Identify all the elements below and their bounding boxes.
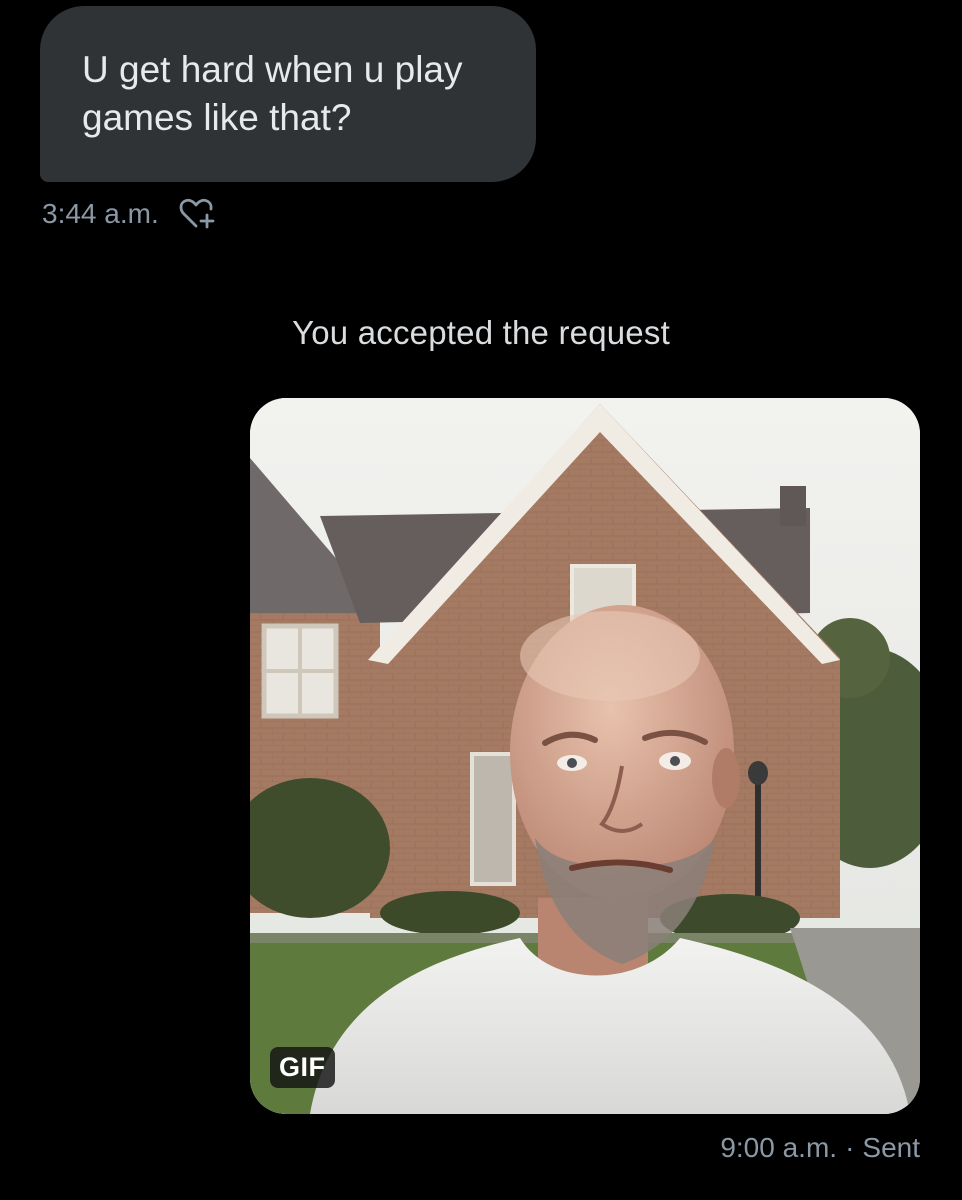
gif-preview-image (250, 398, 920, 1114)
incoming-message-timestamp: 3:44 a.m. (42, 198, 159, 229)
heart-plus-icon[interactable] (177, 194, 217, 234)
gif-message[interactable]: GIF (250, 398, 920, 1114)
outgoing-message-meta: 9:00 a.m. · Sent (720, 1132, 920, 1164)
incoming-message-bubble[interactable]: U get hard when u play games like that? (40, 6, 536, 182)
gif-badge: GIF (270, 1047, 335, 1088)
request-accepted-note: You accepted the request (292, 314, 670, 351)
incoming-message-text-line-1: U get hard when u play (82, 49, 463, 90)
incoming-message-meta: 3:44 a.m. (42, 192, 217, 236)
incoming-message-text-line-2: games like that? (82, 97, 352, 138)
sent-status: Sent (862, 1132, 920, 1163)
meta-separator: · (845, 1132, 855, 1163)
outgoing-message-timestamp: 9:00 a.m. (720, 1132, 838, 1163)
